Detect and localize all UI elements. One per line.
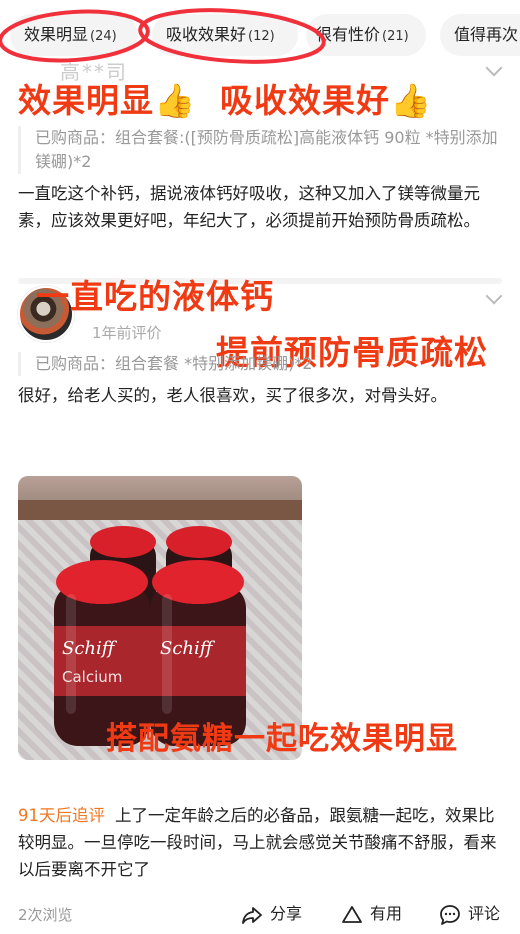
tab-value-for-money[interactable]: 很有性价 (21) (306, 14, 426, 56)
comment-label: 评论 (468, 904, 501, 923)
purchased-product-info: 已购商品：组合套餐 *特别添加镁硼)*2 (18, 352, 508, 376)
tab-absorption-good[interactable]: 吸收效果好 (12) (152, 14, 298, 56)
tab-count: (24) (90, 29, 117, 44)
overlay-liquid-calcium: 一直吃的液体钙 (36, 277, 274, 316)
view-count: 2次浏览 (18, 906, 73, 924)
review-time: 1年前评价 (92, 324, 162, 342)
triangle-up-icon (342, 905, 362, 923)
overlay-with-glucosamine: 搭配氨糖一起吃效果明显 (106, 721, 458, 757)
tab-label: 值得再次 (454, 25, 519, 44)
tab-label: 吸收效果好 (166, 25, 247, 44)
share-icon (242, 906, 262, 924)
tab-worth-rebuying[interactable]: 值得再次 (440, 14, 520, 56)
tab-label: 很有性价 (316, 25, 381, 44)
review-text: 一直吃这个补钙，据说液体钙好吸收，这种又加入了镁等微量元素，应该效果更好吧，年纪… (18, 184, 480, 230)
chevron-down-icon[interactable] (485, 287, 503, 305)
tab-effect-obvious[interactable]: 效果明显 (24) (10, 14, 138, 56)
overlay-absorption-good: 吸收效果好👍 (220, 81, 433, 120)
tab-count: (12) (248, 29, 275, 44)
share-label: 分享 (270, 904, 303, 923)
useful-button[interactable]: 有用 (340, 900, 402, 928)
share-button[interactable]: 分享 (240, 900, 302, 928)
review-footer: 2次浏览 分享 有用 评论 (0, 896, 520, 932)
purchased-product-info: 已购商品：组合套餐:([预防骨质疏松]高能液体钙 90粒 *特别添加镁硼)*2 (18, 126, 508, 174)
followup-tag: 91天后追评 (18, 806, 105, 825)
tab-label: 效果明显 (24, 25, 89, 44)
overlay-effect-obvious: 效果明显👍 (18, 81, 197, 120)
tab-count: (21) (382, 29, 409, 44)
comment-button[interactable]: 评论 (438, 900, 500, 928)
review-text: 很好，给老人买的，老人很喜欢，买了很多次，对骨头好。 (18, 386, 447, 405)
comment-icon (440, 904, 460, 925)
useful-label: 有用 (370, 904, 403, 923)
followup-review: 91天后追评 上了一定年龄之后的必备品，跟氨糖一起吃，效果比较明显。一旦停吃一段时… (18, 802, 504, 883)
